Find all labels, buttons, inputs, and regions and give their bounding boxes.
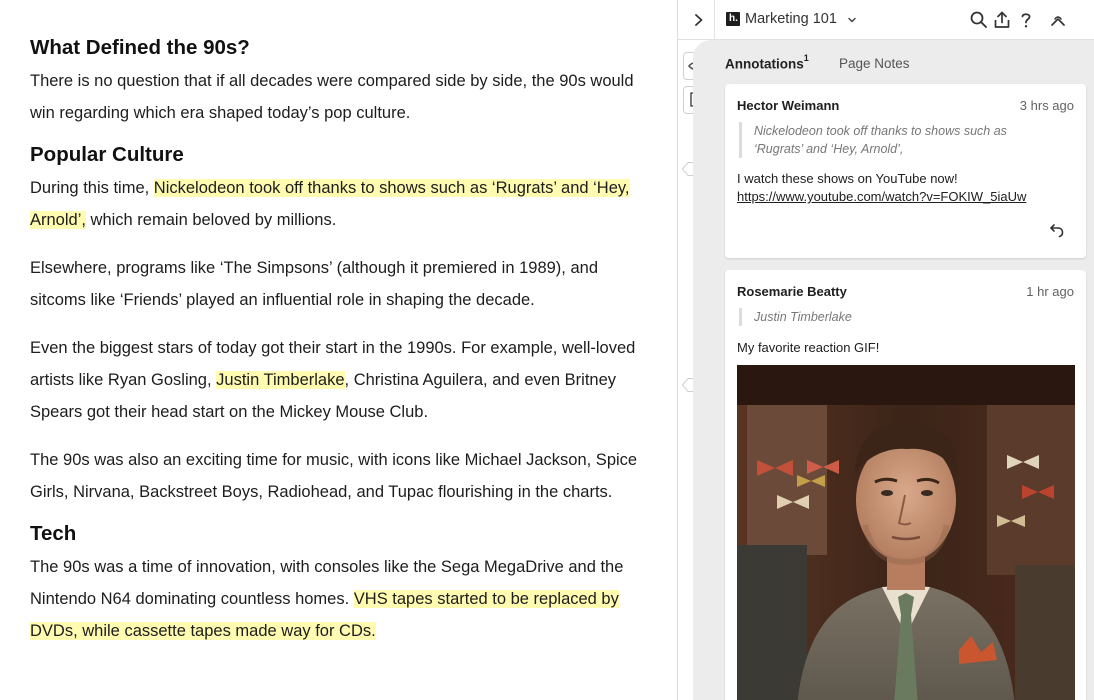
heading-tech: Tech (30, 522, 77, 545)
heading-what-defined: What Defined the 90s? (30, 36, 250, 59)
reply-icon[interactable] (1048, 221, 1066, 239)
group-name[interactable]: Marketing 101 (745, 11, 837, 27)
reaction-gif-image (737, 365, 1075, 700)
annotation-username[interactable]: Rosemarie Beatty (737, 284, 847, 299)
search-icon[interactable] (969, 10, 989, 30)
paragraph-tech: The 90s was a time of innovation, with c… (30, 551, 655, 647)
tab-annotations[interactable]: Annotations1 (725, 53, 809, 72)
text: During this time, (30, 179, 154, 197)
paragraph-simpsons: Elsewhere, programs like ‘The Simpsons’ … (30, 259, 599, 309)
chevron-down-icon[interactable] (847, 15, 857, 25)
paragraph-music: The 90s was also an exciting time for mu… (30, 451, 638, 501)
annotation-card[interactable]: Hector Weimann 3 hrs ago Nickelodeon too… (725, 84, 1086, 258)
annotation-timestamp[interactable]: 3 hrs ago (1020, 98, 1074, 113)
highlight-justin-timberlake[interactable]: Justin Timberlake (216, 371, 345, 389)
hypothesis-logo: h. (726, 12, 740, 26)
annotation-quote: Justin Timberlake (739, 308, 1024, 326)
text: which remain beloved by millions. (85, 211, 337, 229)
annotation-timestamp[interactable]: 1 hr ago (1026, 284, 1074, 299)
share-icon[interactable] (992, 10, 1012, 30)
article: What Defined the 90s? There is no questi… (30, 34, 655, 647)
tab-annotations-label: Annotations (725, 56, 804, 72)
sidebar-top-bar: h. Marketing 101 (678, 0, 1094, 40)
paragraph-stars: Even the biggest stars of today got thei… (30, 332, 655, 428)
paragraph-intro: There is no question that if all decades… (30, 72, 634, 122)
tab-page-notes[interactable]: Page Notes (839, 56, 910, 71)
paragraph-nickelodeon: During this time, Nickelodeon took off t… (30, 172, 655, 236)
annotation-quote: Nickelodeon took off thanks to shows suc… (739, 122, 1024, 158)
annotations-count: 1 (803, 53, 809, 63)
annotation-sidebar: 1 2 h. Marketing 101 (677, 0, 1094, 700)
annotation-body: I watch these shows on YouTube now! http… (737, 170, 1072, 206)
annotation-text: My favorite reaction GIF! (737, 340, 880, 355)
annotation-text: I watch these shows on YouTube now! (737, 171, 958, 186)
chevron-right-icon[interactable] (692, 12, 706, 28)
annotation-username[interactable]: Hector Weimann (737, 98, 839, 113)
account-icon[interactable] (1048, 10, 1068, 30)
annotation-link[interactable]: https://www.youtube.com/watch?v=FOKIW_5i… (737, 188, 1072, 206)
annotation-card[interactable]: Rosemarie Beatty 1 hr ago Justin Timberl… (725, 270, 1086, 700)
divider (714, 0, 715, 40)
help-icon[interactable] (1016, 10, 1036, 30)
heading-popular-culture: Popular Culture (30, 143, 184, 166)
